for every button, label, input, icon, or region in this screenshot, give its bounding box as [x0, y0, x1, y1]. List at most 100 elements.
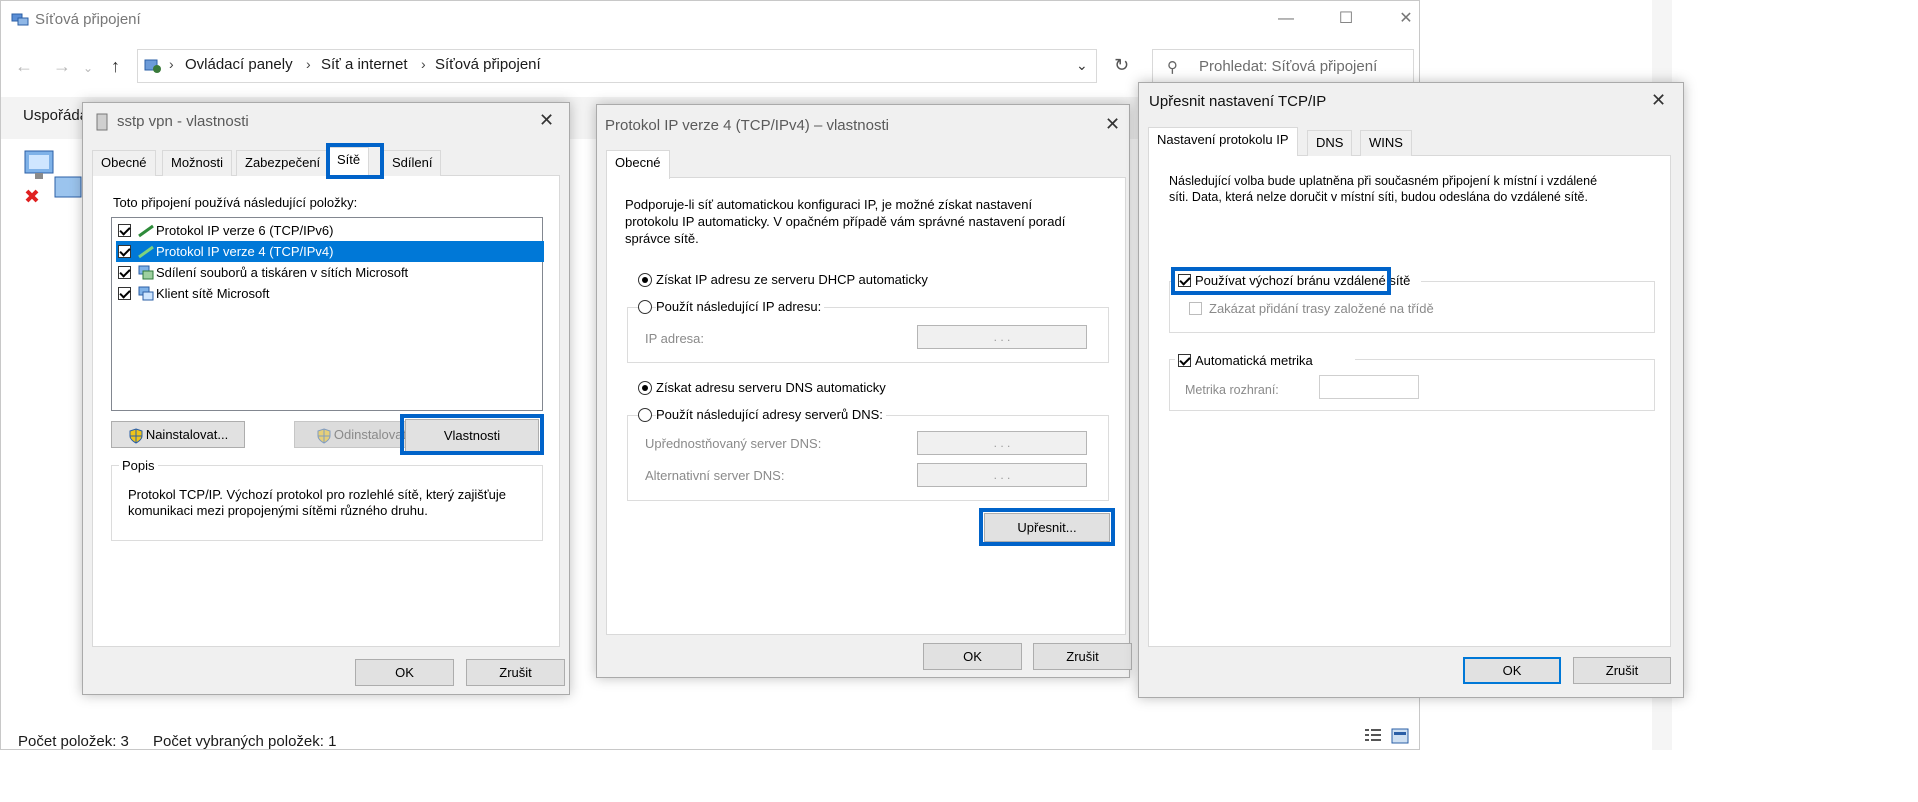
tab-dns[interactable]: DNS: [1307, 130, 1353, 156]
sstp-properties-dialog: sstp vpn - vlastnosti ✕ Obecné Možnosti …: [82, 102, 570, 695]
metric-label: Metrika rozhraní:: [1185, 383, 1279, 397]
auto-metric-row[interactable]: Automatická metrika: [1175, 351, 1355, 371]
ok-button[interactable]: OK: [1463, 657, 1561, 684]
tab-options[interactable]: Možnosti: [162, 150, 233, 176]
tab-sharing[interactable]: Sdílení: [383, 150, 442, 176]
network-folder-icon: [11, 11, 29, 27]
file-sharing-icon: [138, 265, 154, 280]
install-button[interactable]: Nainstalovat...: [111, 421, 245, 448]
components-list[interactable]: Protokol IP verze 6 (TCP/IPv6) Protokol …: [111, 217, 544, 411]
manual-dns-radio[interactable]: [638, 408, 652, 422]
close-icon[interactable]: ✕: [1105, 114, 1120, 135]
close-icon[interactable]: ✕: [1651, 90, 1666, 111]
large-icons-view-icon[interactable]: [1391, 728, 1409, 744]
list-item-label: Klient sítě Microsoft: [156, 286, 270, 301]
cancel-button[interactable]: Zrušit: [1573, 657, 1671, 684]
cancel-button[interactable]: Zrušit: [466, 659, 565, 686]
minimize-button[interactable]: —: [1271, 7, 1301, 31]
info-text: Následující volba bude uplatněna při sou…: [1169, 174, 1598, 204]
close-icon[interactable]: ✕: [539, 110, 554, 131]
list-item[interactable]: Sdílení souborů a tiskáren v sítích Micr…: [116, 262, 544, 283]
tab-ip-settings[interactable]: Nastavení protokolu IP: [1148, 127, 1298, 156]
list-item-label: Protokol IP verze 4 (TCP/IPv4): [156, 244, 334, 259]
manual-dns-label: Použít následující adresy serverů DNS:: [656, 407, 886, 422]
list-item[interactable]: Protokol IP verze 6 (TCP/IPv6): [116, 220, 544, 241]
breadcrumb-control-panel[interactable]: Ovládací panely: [185, 56, 293, 73]
description-text: Protokol TCP/IP. Výchozí protokol pro ro…: [128, 487, 506, 518]
refresh-icon[interactable]: ↻: [1114, 55, 1129, 76]
tab-general[interactable]: Obecné: [606, 150, 670, 179]
tab-general[interactable]: Obecné: [92, 150, 156, 176]
breadcrumb-separator-icon: ›: [306, 56, 311, 72]
tab-wins[interactable]: WINS: [1360, 130, 1412, 156]
uninstall-button-label: Odinstalovat: [333, 427, 407, 442]
manual-ip-label: Použít následující IP adresu:: [656, 299, 825, 314]
item-checkbox[interactable]: [118, 245, 131, 258]
list-item-label: Protokol IP verze 6 (TCP/IPv6): [156, 223, 334, 238]
recent-chevron-icon[interactable]: ⌄: [83, 61, 93, 75]
alternate-dns-field[interactable]: . . .: [917, 463, 1087, 487]
disable-route-checkbox[interactable]: [1189, 302, 1202, 315]
cancel-button[interactable]: Zrušit: [1033, 643, 1132, 670]
highlight-box: [400, 414, 544, 455]
list-item-label: Sdílení souborů a tiskáren v sítích Micr…: [156, 265, 409, 280]
dialog-title: Protokol IP verze 4 (TCP/IPv4) – vlastno…: [605, 117, 889, 134]
install-button-label: Nainstalovat...: [145, 427, 229, 442]
ok-button[interactable]: OK: [923, 643, 1022, 670]
breadcrumb-network-internet[interactable]: Síť a internet: [321, 56, 408, 73]
status-selected-count: Počet vybraných položek: 1: [153, 733, 337, 750]
back-arrow-icon[interactable]: ←: [15, 56, 33, 77]
status-item-count: Počet položek: 3: [18, 733, 129, 750]
protocol-icon: [138, 224, 154, 238]
dialog-title: sstp vpn - vlastnosti: [117, 113, 249, 130]
items-list-label: Toto připojení používá následující polož…: [113, 195, 358, 210]
forward-arrow-icon[interactable]: →: [53, 56, 71, 77]
advanced-tcpip-dialog: Upřesnit nastavení TCP/IP ✕ Nastavení pr…: [1138, 82, 1684, 698]
breadcrumb-separator-icon: ›: [169, 56, 174, 72]
ipv4-properties-dialog: Protokol IP verze 4 (TCP/IPv4) – vlastno…: [596, 104, 1132, 678]
search-placeholder: Prohledat: Síťová připojení: [1199, 58, 1378, 75]
alternate-dns-label: Alternativní server DNS:: [645, 468, 785, 483]
preferred-dns-field[interactable]: . . .: [917, 431, 1087, 455]
auto-dns-radio[interactable]: [638, 381, 652, 395]
shield-icon: [316, 428, 332, 444]
search-icon: ⚲: [1167, 59, 1178, 76]
auto-metric-checkbox[interactable]: [1178, 354, 1191, 367]
metric-field[interactable]: [1319, 375, 1419, 399]
address-dropdown-chevron-icon[interactable]: ⌄: [1076, 57, 1088, 74]
ok-button[interactable]: OK: [355, 659, 454, 686]
up-arrow-icon[interactable]: ↑: [111, 56, 120, 77]
highlight-box: [326, 143, 384, 179]
shield-icon: [128, 428, 144, 444]
maximize-button[interactable]: ☐: [1331, 7, 1361, 31]
connection-icon: [95, 113, 109, 131]
item-checkbox[interactable]: [118, 266, 131, 279]
dns-groupbox: [627, 415, 1109, 501]
breadcrumb-network-connections[interactable]: Síťová připojení: [435, 56, 541, 73]
search-input[interactable]: ⚲ Prohledat: Síťová připojení: [1152, 49, 1414, 83]
vpn-connection-icon[interactable]: [21, 147, 87, 209]
list-item[interactable]: Klient sítě Microsoft: [116, 283, 544, 304]
tab-security[interactable]: Zabezpečení: [236, 150, 330, 176]
intro-text: Podporuje-li síť automatickou konfigurac…: [625, 197, 1066, 246]
details-view-icon[interactable]: [1364, 728, 1382, 744]
item-checkbox[interactable]: [118, 287, 131, 300]
network-client-icon: [138, 286, 154, 301]
breadcrumb-separator-icon: ›: [421, 56, 426, 72]
auto-ip-label: Získat IP adresu ze serveru DHCP automat…: [656, 272, 928, 287]
manual-ip-radio[interactable]: [638, 300, 652, 314]
auto-ip-radio[interactable]: [638, 273, 652, 287]
disable-route-label: Zakázat přidání trasy založené na třídě: [1209, 301, 1434, 316]
protocol-icon: [138, 245, 154, 259]
window-title: Síťová připojení: [35, 11, 141, 28]
close-button[interactable]: ✕: [1391, 7, 1421, 31]
auto-dns-label: Získat adresu serveru DNS automaticky: [656, 380, 886, 395]
ip-address-label: IP adresa:: [645, 331, 705, 346]
control-panel-icon: [144, 58, 162, 74]
description-label: Popis: [119, 458, 158, 473]
highlight-box: [979, 508, 1115, 546]
list-item[interactable]: Protokol IP verze 4 (TCP/IPv4): [116, 241, 544, 262]
item-checkbox[interactable]: [118, 224, 131, 237]
ip-address-field[interactable]: . . .: [917, 325, 1087, 349]
auto-metric-label: Automatická metrika: [1195, 353, 1313, 368]
